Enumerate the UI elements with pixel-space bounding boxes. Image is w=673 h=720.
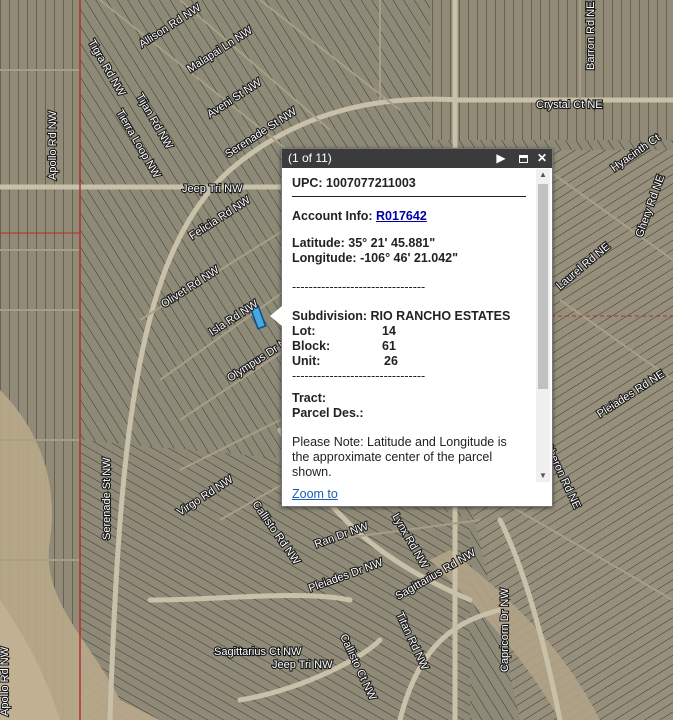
road-label: Sagittarius Ct NW <box>214 646 302 658</box>
maximize-button[interactable] <box>516 151 530 165</box>
block-label: Block: <box>292 339 331 353</box>
next-feature-button[interactable]: ▶ <box>494 151 508 165</box>
longitude-label: Longitude: <box>292 251 357 265</box>
scroll-down-icon[interactable]: ▼ <box>536 470 550 482</box>
road-label: Barron Rd NE <box>585 2 597 70</box>
divider <box>292 196 526 197</box>
road-label: Apollo Rd NW <box>47 110 59 180</box>
zoom-to-link[interactable]: Zoom to <box>292 487 338 501</box>
upc-value: 1007077211003 <box>326 176 416 190</box>
parcel-info-popup: (1 of 11) ▶ ✕ UPC: 1007077211003 Account… <box>281 148 553 507</box>
tract-label: Tract: <box>292 391 327 405</box>
scroll-up-icon[interactable]: ▲ <box>536 169 550 181</box>
separator: -------------------------------- <box>292 369 426 383</box>
latitude-label: Latitude: <box>292 236 345 250</box>
popup-header: (1 of 11) ▶ ✕ <box>282 149 552 168</box>
unit-value: 26 <box>384 354 398 368</box>
subdivision-value: RIO RANCHO ESTATES <box>370 309 511 323</box>
note-text: Please Note: Latitude and Longitude is t… <box>292 435 507 479</box>
popup-count: (1 of 11) <box>288 151 332 165</box>
popup-scrollbar[interactable]: ▲ ▼ <box>536 169 550 482</box>
parcel-des-label: Parcel Des.: <box>292 406 364 420</box>
parcel-lots-north <box>430 0 673 140</box>
road-label: Apollo Rd NW <box>0 646 11 716</box>
road-label: Serenade St NW <box>101 457 113 540</box>
scroll-thumb[interactable] <box>538 184 548 389</box>
latitude-value: 35° 21' 45.881" <box>348 236 436 250</box>
lot-label: Lot: <box>292 324 316 338</box>
lot-value: 14 <box>382 324 396 338</box>
separator: -------------------------------- <box>292 280 426 294</box>
unit-label: Unit: <box>292 354 321 368</box>
account-label: Account Info: <box>292 209 373 223</box>
close-button[interactable]: ✕ <box>535 151 549 165</box>
block-value: 61 <box>382 339 396 353</box>
upc-label: UPC: <box>292 176 323 190</box>
road-label: Jeep Tri NW <box>182 183 243 195</box>
popup-pointer <box>270 306 282 326</box>
account-link[interactable]: R017642 <box>376 209 427 223</box>
popup-content: UPC: 1007077211003 Account Info: R017642… <box>282 168 536 482</box>
road-label: Crystal Ct NE <box>536 99 603 111</box>
subdivision-label: Subdivision: <box>292 309 367 323</box>
maximize-icon <box>518 154 528 163</box>
longitude-value: -106° 46' 21.042" <box>360 251 459 265</box>
road-label: Capricorn Dr NW <box>499 588 511 672</box>
road-label: Jeep Tri NW <box>272 659 333 671</box>
